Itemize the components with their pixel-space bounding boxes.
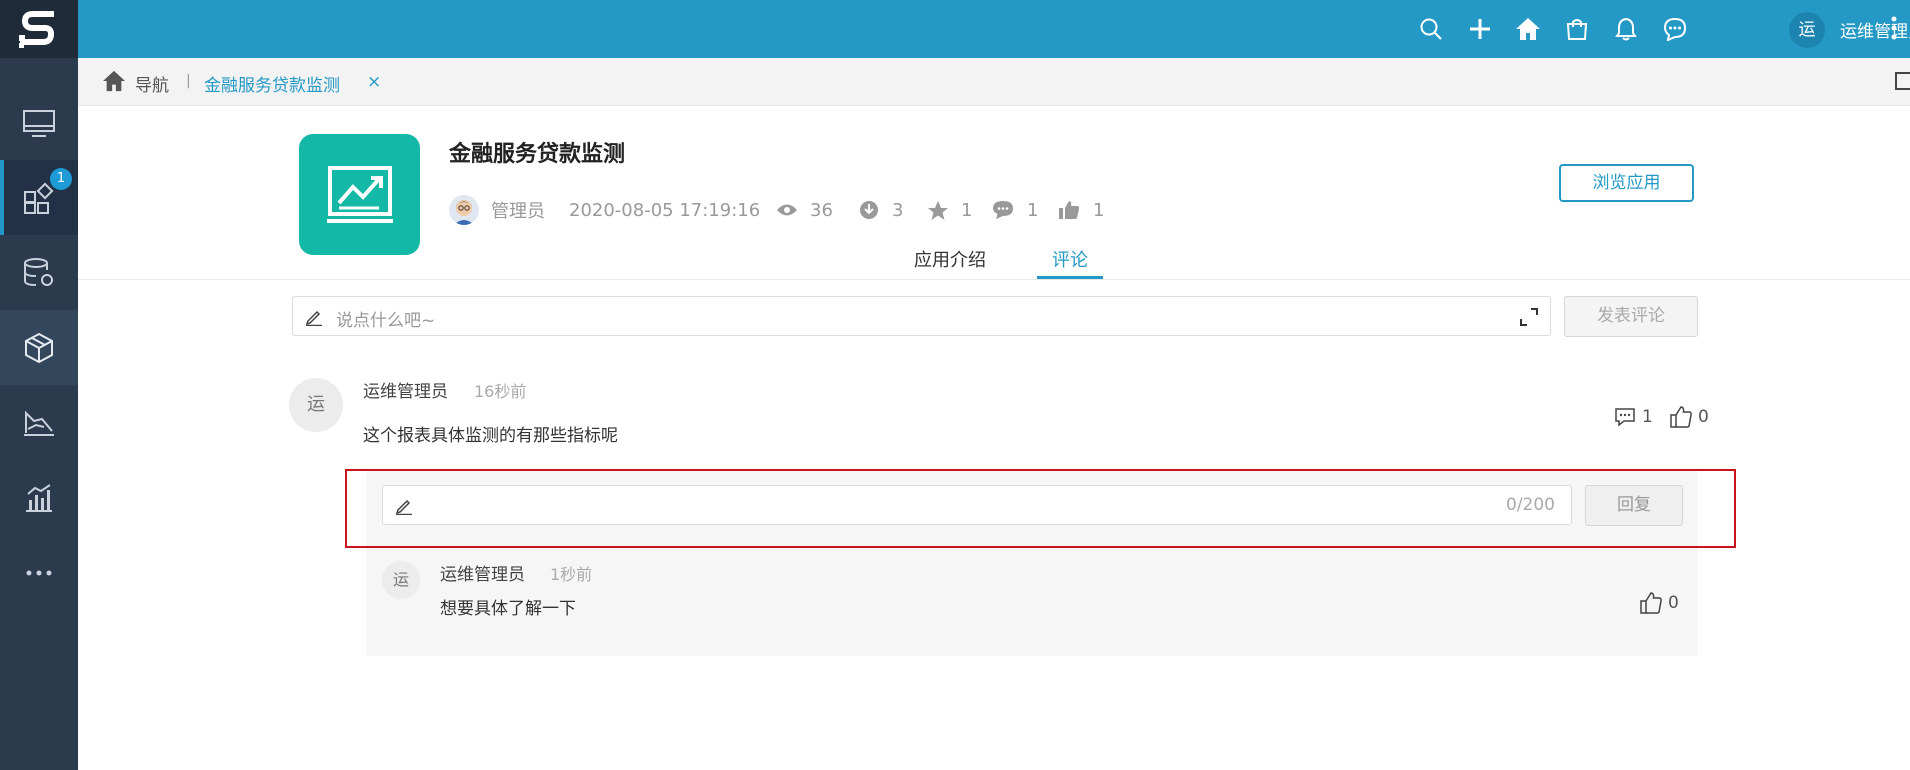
reply-like-action[interactable]: 0	[1640, 591, 1679, 615]
user-avatar[interactable]: 运	[1789, 12, 1825, 48]
post-comment-button[interactable]: 发表评论	[1564, 296, 1698, 337]
likes-stat: 1	[1058, 193, 1104, 227]
apps-icon	[24, 182, 54, 214]
more-menu-button[interactable]	[1890, 15, 1898, 41]
rail-item-report[interactable]	[0, 460, 78, 535]
reply-avatar: 运	[382, 561, 420, 599]
publish-date: 2020-08-05 17:19:16	[569, 199, 761, 221]
area-chart-icon	[24, 410, 54, 436]
home-icon	[103, 70, 125, 92]
comment-author: 运维管理员	[363, 382, 448, 402]
cube-icon	[25, 332, 53, 363]
comment-input[interactable]: 说点什么吧~	[292, 296, 1551, 336]
breadcrumb-separator: |	[186, 73, 191, 89]
reply-author: 运维管理员	[440, 565, 525, 585]
messages-button[interactable]	[1662, 16, 1688, 42]
comment-time: 16秒前	[474, 382, 527, 401]
search-icon	[1420, 18, 1442, 40]
trend-chart-icon	[326, 165, 393, 223]
person-avatar-icon	[454, 200, 474, 225]
comment-like-count: 0	[1698, 407, 1709, 427]
plus-icon	[1470, 19, 1490, 39]
monitor-icon	[23, 109, 55, 137]
comment-like-action[interactable]: 0	[1670, 405, 1709, 429]
shopping-bag-icon	[1566, 19, 1588, 40]
download-icon	[860, 201, 878, 219]
author-avatar	[449, 195, 479, 225]
views-count: 36	[810, 199, 833, 221]
reply-text: 想要具体了解一下	[440, 599, 576, 619]
app-title: 金融服务贷款监测	[449, 142, 626, 167]
breadcrumb-tab-active[interactable]: 金融服务贷款监测	[204, 71, 340, 96]
user-name[interactable]: 运维管理员	[1840, 17, 1910, 42]
database-settings-icon	[24, 257, 53, 286]
breadcrumb-home[interactable]	[102, 70, 126, 92]
favorites-count: 1	[961, 199, 973, 221]
comment-reply-action[interactable]: 1	[1614, 407, 1653, 427]
home-icon	[1516, 18, 1540, 40]
views-stat: 36	[776, 193, 833, 227]
rail-item-more[interactable]	[0, 535, 78, 610]
expand-input-button[interactable]	[1520, 308, 1538, 326]
store-button[interactable]	[1564, 16, 1590, 42]
breadcrumb: 导航 | 金融服务贷款监测 ×	[78, 58, 1910, 106]
top-bar: 运 运维管理员	[78, 0, 1910, 58]
rail-item-cube[interactable]	[0, 310, 78, 385]
header-divider	[78, 279, 1910, 280]
rail-item-analysis[interactable]	[0, 385, 78, 460]
eye-icon	[777, 204, 797, 216]
favorites-stat: 1	[927, 193, 972, 227]
app-icon	[299, 134, 420, 255]
comments-count: 1	[1027, 199, 1039, 221]
chat-icon	[1663, 17, 1687, 41]
rail-item-apps[interactable]: 1	[0, 160, 78, 235]
left-rail: 1	[0, 0, 78, 770]
highlight-box	[345, 469, 1736, 548]
comment-text: 这个报表具体监测的有那些指标呢	[363, 426, 618, 446]
thumbs-up-outline-icon	[1670, 406, 1692, 428]
reply-bubble-icon	[1615, 408, 1635, 427]
likes-count: 1	[1093, 199, 1105, 221]
reply-time: 1秒前	[550, 565, 593, 584]
expand-icon	[1520, 308, 1538, 326]
author-name: 管理员	[491, 201, 545, 222]
comment-bubble-icon	[993, 201, 1013, 219]
breadcrumb-nav[interactable]: 导航	[135, 71, 169, 96]
rail-item-database[interactable]	[0, 235, 78, 310]
star-icon	[928, 200, 948, 220]
thumbs-up-outline-icon	[1640, 592, 1662, 614]
tab-intro[interactable]: 应用介绍	[914, 246, 986, 272]
browse-app-button[interactable]: 浏览应用	[1559, 164, 1694, 202]
tab-comment[interactable]: 评论	[1052, 246, 1088, 272]
more-horizontal-icon	[26, 570, 52, 575]
rail-item-monitor[interactable]	[0, 86, 78, 161]
comment-reply-count: 1	[1642, 407, 1653, 427]
comment-placeholder: 说点什么吧~	[336, 311, 436, 331]
add-button[interactable]	[1467, 16, 1493, 42]
bell-icon	[1615, 17, 1637, 41]
notifications-button[interactable]	[1613, 16, 1639, 42]
logo-icon	[19, 11, 55, 48]
more-vertical-icon	[1891, 16, 1897, 40]
fullscreen-button[interactable]	[1895, 72, 1910, 90]
thumbs-up-icon	[1059, 201, 1080, 219]
comments-stat: 1	[992, 193, 1038, 227]
close-tab-button[interactable]: ×	[367, 72, 381, 92]
apps-badge: 1	[50, 168, 72, 190]
commenter-avatar: 运	[289, 378, 343, 432]
downloads-count: 3	[892, 199, 904, 221]
home-button[interactable]	[1515, 16, 1541, 42]
bar-chart-icon	[26, 483, 52, 512]
reply-like-count: 0	[1668, 593, 1679, 613]
app-logo[interactable]	[0, 0, 78, 58]
search-button[interactable]	[1418, 16, 1444, 42]
downloads-stat: 3	[859, 193, 903, 227]
pencil-icon	[305, 310, 322, 326]
